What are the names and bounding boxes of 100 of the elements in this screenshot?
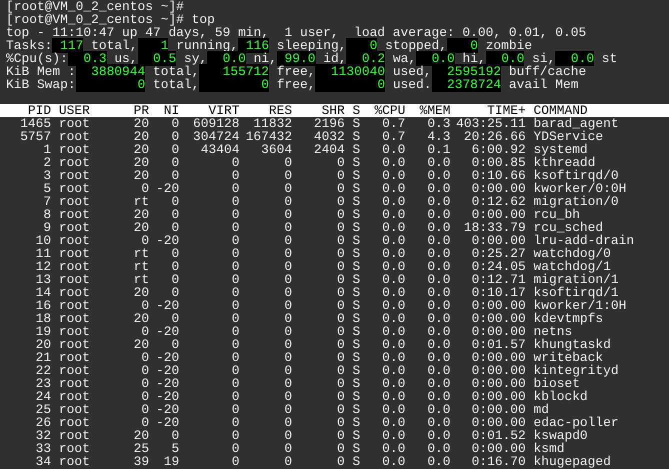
table-cell-text: watchdog/0 xyxy=(534,247,612,260)
table-cell-text: root xyxy=(58,338,91,351)
table-cell: S xyxy=(352,169,360,182)
table-cell-text: root xyxy=(58,351,91,364)
table-cell-text: 0.0 xyxy=(381,182,406,195)
summary-label: total, xyxy=(90,38,138,53)
summary-label: KiB Swap: xyxy=(6,77,76,92)
table-cell-text: 0.0 xyxy=(426,442,451,455)
table-cell-text: 2404 xyxy=(312,143,345,156)
table-cell-text: 0 xyxy=(283,221,292,234)
column-header: %CPU xyxy=(373,104,406,117)
table-cell-text: 0 xyxy=(140,403,150,416)
table-cell-text: 0:00.00 xyxy=(470,182,526,195)
table-cell-text: 22 xyxy=(34,364,52,377)
table-cell-text: 0 xyxy=(230,442,240,455)
table-cell-text: kswapd0 xyxy=(534,429,588,442)
table-cell-text: 0 xyxy=(336,182,345,195)
table-cell: S xyxy=(352,390,360,403)
table-cell-text: 12 xyxy=(34,260,52,273)
table-cell-text: 0 xyxy=(283,286,292,299)
summary-value: 116 xyxy=(238,38,270,53)
table-cell-text: 0.0 xyxy=(426,247,451,260)
table-cell-text: -20 xyxy=(155,403,180,416)
table-cell-text: 0 xyxy=(230,325,240,338)
summary-label: zombie xyxy=(486,38,532,53)
table-cell-text: 0 xyxy=(230,377,240,390)
table-cell-text: root xyxy=(58,416,91,429)
shell-prompt: [root@VM_0_2_centos ~]# top xyxy=(6,12,215,27)
table-cell-text: 0:00.00 xyxy=(470,208,526,221)
table-cell-text: root xyxy=(58,195,91,208)
table-cell-text: 0 xyxy=(230,156,240,169)
table-cell-text: 0.0 xyxy=(381,377,406,390)
summary-label: wa, xyxy=(392,51,416,66)
summary-label: %Cpu(s): xyxy=(6,51,68,66)
table-cell-text: 0 xyxy=(230,260,240,273)
table-cell-text: 0:00.00 xyxy=(470,312,526,325)
table-cell-text: 0:24.05 xyxy=(470,260,526,273)
table-cell-text: 0.0 xyxy=(381,234,406,247)
table-cell: S xyxy=(352,286,360,299)
table-cell-text: 0 xyxy=(140,364,150,377)
table-cell-text: 0 xyxy=(140,377,150,390)
table-cell-text: 0.0 xyxy=(381,325,406,338)
table-cell-text: 0 xyxy=(170,260,180,273)
table-cell-text: 0.0 xyxy=(381,429,406,442)
table-cell-text: 25 xyxy=(34,403,52,416)
table-cell-text: 9 xyxy=(42,221,52,234)
table-cell-text: 0 xyxy=(336,156,345,169)
table-cell-text: 4032 xyxy=(312,130,345,143)
table-cell-text: 0 xyxy=(230,234,240,247)
table-cell-text: 0.3 xyxy=(426,117,451,130)
table-cell-text: 0 xyxy=(336,455,345,468)
table-cell-text: 0 xyxy=(230,416,240,429)
table-cell-text: 0 xyxy=(170,312,180,325)
column-header: TIME+ xyxy=(486,104,526,117)
table-cell-text: 0 xyxy=(283,169,292,182)
table-cell-text: 20 xyxy=(132,156,150,169)
summary-label: buff/cache xyxy=(508,64,586,79)
table-cell-text: 0 xyxy=(170,117,180,130)
table-cell: S xyxy=(352,455,360,468)
table-cell-text: 20 xyxy=(132,130,150,143)
table-cell-text: 0.0 xyxy=(426,455,451,468)
table-cell-text: 1465 xyxy=(19,117,52,130)
table-cell-text: 0 xyxy=(140,351,150,364)
table-cell-text: 5 xyxy=(42,182,52,195)
table-cell-text: 0:00.00 xyxy=(470,351,526,364)
table-cell-text: 0 xyxy=(170,130,180,143)
table-cell-text: 0:01.57 xyxy=(470,338,526,351)
table-cell-text: root xyxy=(58,299,91,312)
column-header: PR xyxy=(132,104,150,117)
table-cell-text: kdevtmpfs xyxy=(534,312,604,325)
table-cell-text: netns xyxy=(534,325,572,338)
table-cell-text: 19 xyxy=(162,455,180,468)
table-cell-text: 0:00.00 xyxy=(470,442,526,455)
table-cell-text: 0:00.00 xyxy=(470,234,526,247)
table-cell-text: 0:00.00 xyxy=(470,364,526,377)
table-cell-text: 39 xyxy=(132,455,150,468)
table-cell-text: 0 xyxy=(170,156,180,169)
table-cell-text: -20 xyxy=(155,364,180,377)
table-cell-text: 0.0 xyxy=(381,364,406,377)
table-cell-text: 0.7 xyxy=(381,117,406,130)
table-cell-text: 0 xyxy=(230,273,240,286)
table-cell-text: 0.0 xyxy=(381,442,406,455)
table-cell-text: 0.0 xyxy=(381,312,406,325)
table-cell-text: 0.0 xyxy=(426,221,451,234)
table-cell-text: 0 xyxy=(140,325,150,338)
table-cell-text: 0 xyxy=(283,273,292,286)
table-cell: S xyxy=(352,260,360,273)
table-cell: S xyxy=(352,130,360,143)
table-cell: S xyxy=(352,182,360,195)
table-cell-text: 0 xyxy=(283,455,292,468)
table-cell-text: 0.0 xyxy=(426,299,451,312)
table-cell-text: 0 xyxy=(170,273,180,286)
table-cell-text: 0.0 xyxy=(381,416,406,429)
table-cell-text: 0:00.85 xyxy=(470,156,526,169)
table-cell-text: 0:10.17 xyxy=(470,286,526,299)
table-cell-text: 0 xyxy=(283,429,292,442)
table-cell-text: 0.0 xyxy=(381,156,406,169)
table-cell-text: writeback xyxy=(534,351,604,364)
table-cell-text: 20 xyxy=(132,117,150,130)
summary-label: free, xyxy=(276,77,316,92)
